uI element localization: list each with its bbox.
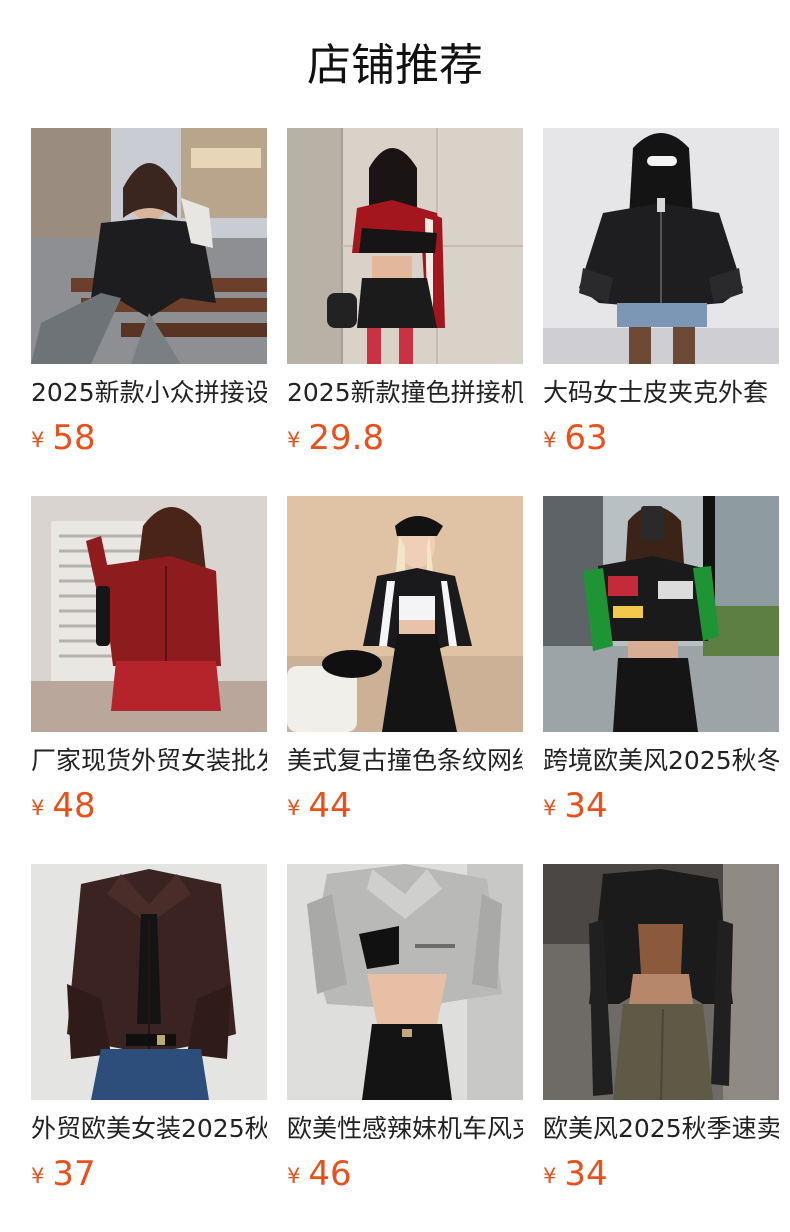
currency-symbol: ¥ — [287, 428, 301, 452]
product-name[interactable]: 外贸欧美女装2025秋 — [31, 1112, 267, 1146]
currency-symbol: ¥ — [543, 1164, 557, 1188]
price-value: 29.8 — [308, 418, 385, 458]
price-value: 46 — [308, 1154, 352, 1194]
product-name[interactable]: 2025新款小众拼接设计感皮夹克 — [31, 376, 267, 410]
product-image[interactable] — [287, 496, 523, 732]
store-recommendations-page: 店铺推荐 2025新款小众拼接设 ¥ 58 2025新款撞色拼接机 ¥ 29.8… — [0, 0, 790, 1232]
product-image[interactable] — [31, 496, 267, 732]
currency-symbol: ¥ — [287, 1164, 301, 1188]
price-value: 48 — [52, 786, 96, 826]
product-price: ¥34 — [543, 784, 779, 834]
product-name[interactable]: 厂家现货外贸女装批发 — [31, 744, 267, 778]
price-value: 34 — [564, 786, 608, 826]
product-price: ¥46 — [287, 1152, 523, 1202]
product-name[interactable]: 2025新款撞色拼接机车皮衣 — [287, 376, 523, 410]
product-image[interactable] — [543, 128, 779, 364]
product-card[interactable]: 欧美性感辣妹机车风夹克 ¥46 — [287, 864, 523, 1232]
price-value: 63 — [564, 418, 608, 458]
product-price: ¥63 — [543, 416, 779, 466]
product-name[interactable]: 大码女士皮夹克外套 — [543, 376, 779, 410]
product-name[interactable]: 美式复古撞色条纹网红 — [287, 744, 523, 778]
currency-symbol: ¥ — [31, 1164, 45, 1188]
product-card[interactable]: 厂家现货外贸女装批发 ¥48 — [31, 496, 267, 864]
product-price: ¥34 — [543, 1152, 779, 1202]
product-image[interactable] — [31, 864, 267, 1100]
product-card[interactable]: 外贸欧美女装2025秋 ¥37 — [31, 864, 267, 1232]
product-image[interactable] — [287, 864, 523, 1100]
product-price: ¥37 — [31, 1152, 267, 1202]
product-name[interactable]: 欧美风2025秋季速卖通 — [543, 1112, 779, 1146]
currency-symbol: ¥ — [287, 796, 301, 820]
product-grid: 2025新款小众拼接设计感皮夹克 ¥58 — [31, 128, 781, 1232]
product-card[interactable]: 2025新款小众拼接设计感皮夹克 ¥58 — [31, 128, 267, 496]
price-value: 58 — [52, 418, 96, 458]
product-image[interactable] — [31, 128, 267, 364]
section-title: 店铺推荐 — [307, 40, 483, 91]
currency-symbol: ¥ — [31, 796, 45, 820]
product-price: ¥58 — [31, 416, 267, 466]
product-card[interactable]: 美式复古撞色条纹网红 ¥44 — [287, 496, 523, 864]
price-value: 44 — [308, 786, 352, 826]
product-image[interactable] — [287, 128, 523, 364]
price-value: 34 — [564, 1154, 608, 1194]
product-card[interactable]: 跨境欧美风2025秋冬 ¥34 — [543, 496, 779, 864]
product-price: ¥44 — [287, 784, 523, 834]
currency-symbol: ¥ — [31, 428, 45, 452]
product-card[interactable]: 2025新款撞色拼接机车皮衣 ¥29.8 — [287, 128, 523, 496]
currency-symbol: ¥ — [543, 428, 557, 452]
price-value: 37 — [52, 1154, 96, 1194]
product-price: ¥48 — [31, 784, 267, 834]
product-price: ¥29.8 — [287, 416, 523, 466]
product-image[interactable] — [543, 864, 779, 1100]
product-name[interactable]: 欧美性感辣妹机车风夹克 — [287, 1112, 523, 1146]
product-image[interactable] — [543, 496, 779, 732]
product-card[interactable]: 大码女士皮夹克外套 ¥63 — [543, 128, 779, 496]
product-card[interactable]: 欧美风2025秋季速卖通 ¥34 — [543, 864, 779, 1232]
currency-symbol: ¥ — [543, 796, 557, 820]
product-name[interactable]: 跨境欧美风2025秋冬 — [543, 744, 779, 778]
